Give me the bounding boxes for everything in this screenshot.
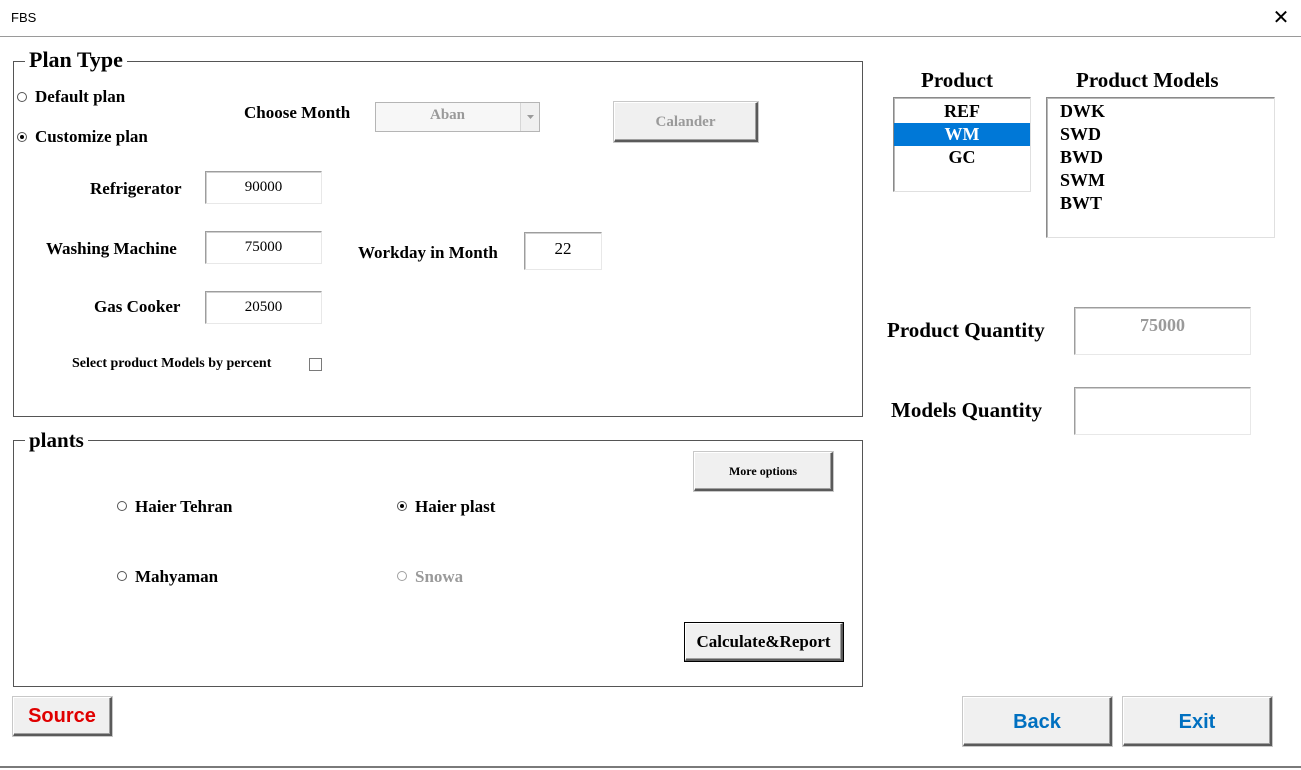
- exit-button[interactable]: Exit: [1123, 697, 1272, 746]
- window-title: FBS: [11, 10, 37, 25]
- plant-haier-tehran-radio[interactable]: [117, 501, 127, 511]
- product-listbox[interactable]: REF WM GC: [893, 97, 1031, 192]
- plant-haier-tehran-label[interactable]: Haier Tehran: [135, 497, 232, 517]
- calander-button[interactable]: Calander: [614, 102, 758, 142]
- calculate-report-button[interactable]: Calculate&Report: [684, 622, 844, 662]
- bottom-divider: [0, 766, 1301, 768]
- washing-machine-input[interactable]: 75000: [205, 231, 322, 264]
- product-item-wm[interactable]: WM: [894, 123, 1030, 146]
- source-button[interactable]: Source: [13, 697, 112, 736]
- plant-haier-plast-radio[interactable]: [397, 501, 407, 511]
- model-item-swd[interactable]: SWD: [1060, 123, 1274, 146]
- plant-mahyaman-radio[interactable]: [117, 571, 127, 581]
- select-by-percent-checkbox[interactable]: [309, 358, 322, 371]
- workday-input[interactable]: 22: [524, 232, 602, 270]
- models-quantity-input[interactable]: [1074, 387, 1251, 435]
- product-item-gc[interactable]: GC: [894, 146, 1030, 169]
- calander-button-label: Calander: [655, 114, 716, 130]
- exit-button-label: Exit: [1178, 711, 1216, 733]
- month-value: Aban: [429, 107, 466, 123]
- model-item-bwd[interactable]: BWD: [1060, 146, 1274, 169]
- washing-machine-label: Washing Machine: [46, 239, 177, 258]
- choose-month-label: Choose Month: [244, 103, 351, 122]
- refrigerator-input[interactable]: 90000: [205, 171, 322, 204]
- plant-snowa-label[interactable]: Snowa: [415, 567, 463, 587]
- product-quantity-input[interactable]: 75000: [1074, 307, 1251, 355]
- model-item-swm[interactable]: SWM: [1060, 169, 1274, 192]
- default-plan-radio[interactable]: [17, 92, 27, 102]
- model-item-dwk[interactable]: DWK: [1060, 100, 1274, 123]
- month-dropdown-arrow[interactable]: [520, 103, 539, 131]
- source-button-label: Source: [28, 705, 96, 727]
- back-button-label: Back: [1013, 711, 1061, 733]
- product-models-listbox[interactable]: DWK SWD BWD SWM BWT: [1046, 97, 1275, 238]
- product-header: Product: [921, 68, 993, 92]
- select-by-percent-label: Select product Models by percent: [72, 356, 272, 371]
- default-plan-label[interactable]: Default plan: [35, 87, 125, 107]
- close-icon[interactable]: ✕: [1270, 5, 1292, 29]
- product-quantity-label: Product Quantity: [887, 318, 1045, 342]
- month-combobox[interactable]: Aban: [375, 102, 540, 132]
- model-item-bwt[interactable]: BWT: [1060, 192, 1274, 215]
- models-quantity-label: Models Quantity: [891, 398, 1043, 422]
- plant-haier-plast-label[interactable]: Haier plast: [415, 497, 495, 517]
- plant-mahyaman-label[interactable]: Mahyaman: [135, 567, 218, 587]
- calculate-report-label: Calculate&Report: [696, 632, 831, 651]
- more-options-label: More options: [728, 464, 798, 478]
- product-models-header: Product Models: [1076, 68, 1219, 92]
- more-options-button[interactable]: More options: [694, 452, 833, 491]
- plan-type-caption: Plan Type: [25, 47, 127, 73]
- refrigerator-label: Refrigerator: [90, 179, 182, 198]
- plant-snowa-radio[interactable]: [397, 571, 407, 581]
- back-button[interactable]: Back: [963, 697, 1112, 746]
- gas-cooker-input[interactable]: 20500: [205, 291, 322, 324]
- title-bar: [0, 0, 1301, 37]
- plants-caption: plants: [25, 428, 88, 453]
- customize-plan-label[interactable]: Customize plan: [35, 127, 148, 147]
- gas-cooker-label: Gas Cooker: [94, 297, 181, 316]
- chevron-down-icon: [527, 115, 534, 119]
- customize-plan-radio[interactable]: [17, 132, 27, 142]
- workday-label: Workday in Month: [358, 243, 498, 262]
- product-item-ref[interactable]: REF: [894, 100, 1030, 123]
